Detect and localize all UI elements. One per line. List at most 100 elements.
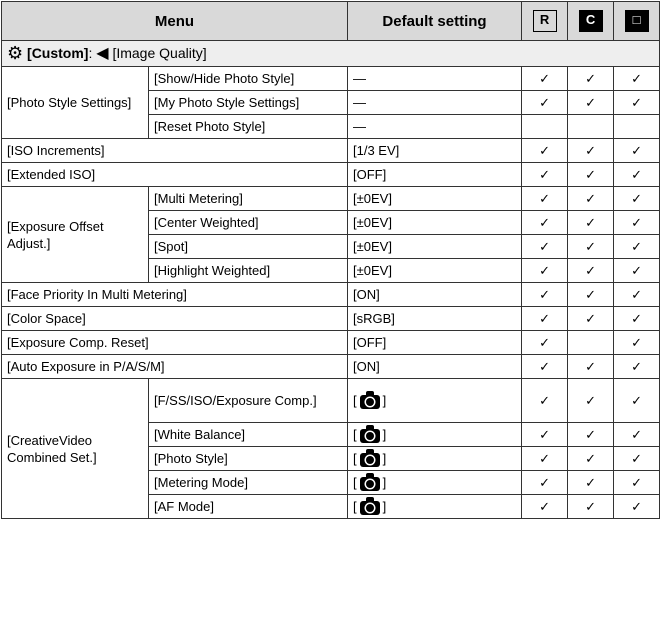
check-mark: ✓ — [567, 90, 615, 115]
bracket-open: [ — [353, 499, 357, 514]
check-mark: ✓ — [613, 282, 661, 307]
check-mark: ✓ — [521, 234, 569, 259]
white-balance: [White Balance] — [147, 422, 349, 447]
highlight-weighted: [Highlight Weighted] — [147, 258, 349, 283]
check-mark: ✓ — [613, 258, 661, 283]
metering-mode: [Metering Mode] — [147, 470, 349, 495]
table-row: [ISO Increments] [1/3 EV] ✓ ✓ ✓ — [0, 138, 661, 163]
custom-label: [Custom] — [27, 44, 89, 61]
bracket-close: ] — [382, 427, 387, 442]
section-separator: : — [88, 44, 93, 61]
check-mark: ✓ — [521, 494, 569, 519]
spot: [Spot] — [147, 234, 349, 259]
check-mark: ✓ — [521, 354, 569, 379]
default-value: [] — [347, 470, 523, 495]
bracket-close: ] — [382, 451, 387, 466]
check-mark: ✓ — [567, 234, 615, 259]
check-mark: ✓ — [613, 306, 661, 331]
bracket-close: ] — [382, 499, 387, 514]
empty-cell — [613, 114, 661, 139]
iso-increments: [ISO Increments] — [0, 138, 349, 163]
check-mark: ✓ — [521, 258, 569, 283]
check-mark: ✓ — [567, 162, 615, 187]
bracket-open: [ — [353, 427, 357, 442]
check-mark: ✓ — [613, 446, 661, 471]
af-mode: [AF Mode] — [147, 494, 349, 519]
center-weighted: [Center Weighted] — [147, 210, 349, 235]
check-mark: ✓ — [521, 306, 569, 331]
photo-style-group: [Photo Style Settings] — [1, 66, 149, 139]
check-mark: ✓ — [613, 330, 661, 355]
bracket-close: ] — [382, 475, 387, 490]
default-value: [] — [347, 422, 523, 447]
default-value: [sRGB] — [347, 306, 523, 331]
color-space: [Color Space] — [0, 306, 349, 331]
check-mark: ✓ — [521, 90, 569, 115]
table-row: [Photo Style Settings] [Show/Hide Photo … — [1, 66, 661, 139]
check-mark: ✓ — [613, 494, 661, 519]
check-mark: ✓ — [567, 354, 615, 379]
default-value: [±0EV] — [347, 186, 523, 211]
check-mark: ✓ — [613, 138, 661, 163]
check-mark: ✓ — [567, 306, 615, 331]
check-mark: ✓ — [613, 90, 661, 115]
table-row: [Color Space] [sRGB] ✓ ✓ ✓ — [0, 306, 661, 331]
restore-mode-icon: R — [532, 10, 557, 32]
reset-photo-style: [Reset Photo Style] — [147, 114, 349, 139]
empty-cell — [567, 330, 615, 355]
check-mark: ✓ — [521, 210, 569, 235]
video-mode-icon: □ — [624, 10, 649, 32]
auto-exposure: [Auto Exposure in P/A/S/M] — [0, 354, 349, 379]
check-mark: ✓ — [567, 66, 615, 91]
settings-table: Menu Default setting R C □ ⚙ [Custom]: ◀… — [0, 1, 661, 519]
default-value: [ON] — [347, 282, 523, 307]
gear-icon: ⚙ — [7, 43, 24, 64]
check-mark: ✓ — [521, 446, 569, 471]
bracket-open: [ — [353, 451, 357, 466]
my-photo-style-settings: [My Photo Style Settings] — [147, 90, 349, 115]
default-value: [] — [347, 446, 523, 471]
check-mark: ✓ — [567, 470, 615, 495]
check-mark: ✓ — [613, 210, 661, 235]
default-value: [±0EV] — [347, 210, 523, 235]
default-value: [ON] — [347, 354, 523, 379]
camera-icon — [359, 424, 380, 443]
table-row: [Auto Exposure in P/A/S/M] [ON] ✓ ✓ ✓ — [0, 354, 661, 379]
check-mark: ✓ — [613, 234, 661, 259]
check-mark: ✓ — [567, 258, 615, 283]
camera-icon — [359, 448, 380, 467]
default-value: [] — [347, 494, 523, 519]
f-ss-iso-exposure-comp: [F/SS/ISO/Exposure Comp.] — [147, 378, 349, 423]
camera-icon — [359, 472, 380, 491]
default-value: [±0EV] — [347, 234, 523, 259]
extended-iso: [Extended ISO] — [0, 162, 349, 187]
check-mark: ✓ — [521, 162, 569, 187]
check-mark: ✓ — [521, 470, 569, 495]
default-value: — — [347, 66, 523, 91]
default-value: — — [347, 90, 523, 115]
check-mark: ✓ — [613, 66, 661, 91]
default-value: [1/3 EV] — [347, 138, 523, 163]
bracket-open: [ — [353, 475, 357, 490]
check-mark: ✓ — [567, 446, 615, 471]
menu-header: Menu — [0, 1, 349, 41]
image-quality-label: [Image Quality] — [112, 44, 207, 61]
section-row: ⚙ [Custom]: ◀ [Image Quality] — [0, 40, 661, 67]
restore-header: R — [521, 1, 569, 41]
check-mark: ✓ — [567, 210, 615, 235]
video-header: □ — [613, 1, 661, 41]
empty-cell — [521, 114, 569, 139]
creative-header: C — [567, 1, 615, 41]
check-mark: ✓ — [613, 422, 661, 447]
header-row: Menu Default setting R C □ — [0, 1, 661, 41]
creative-video-icon: C — [578, 10, 603, 32]
exposure-comp-reset: [Exposure Comp. Reset] — [0, 330, 349, 355]
check-mark: ✓ — [613, 378, 661, 423]
check-mark: ✓ — [521, 282, 569, 307]
default-value: [] — [347, 378, 523, 423]
empty-cell — [567, 114, 615, 139]
default-value: [OFF] — [347, 162, 523, 187]
default-value: [OFF] — [347, 330, 523, 355]
check-mark: ✓ — [567, 494, 615, 519]
bracket-open: [ — [353, 393, 357, 408]
